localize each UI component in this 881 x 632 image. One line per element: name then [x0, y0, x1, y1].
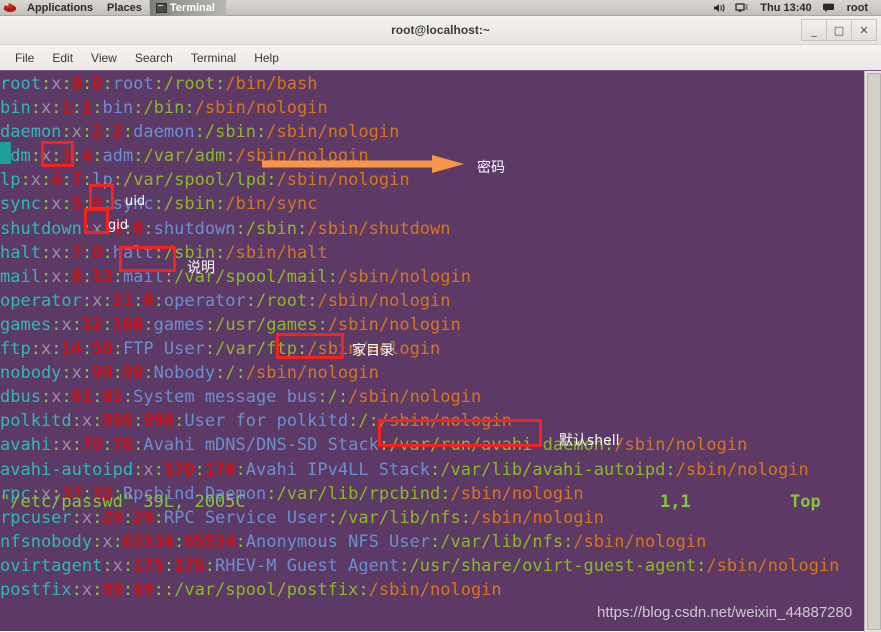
terminal-icon: [155, 2, 167, 13]
user-status-icon[interactable]: [819, 2, 840, 14]
panel-username[interactable]: root: [840, 0, 875, 16]
menu-view[interactable]: View: [82, 49, 126, 67]
passwd-entry-line: shutdown:x:6:0:shutdown:/sbin:/sbin/shut…: [0, 218, 451, 239]
passwd-entry-line: bin:x:1:1:bin:/bin:/sbin/nologin: [0, 98, 328, 119]
passwd-entry-line: dbus:x:81:81:System message bus:/:/sbin/…: [0, 387, 482, 408]
terminal-body[interactable]: root:x:0:0:root:/root:/bin/bash bin:x:1:1…: [0, 70, 881, 632]
terminal-screen[interactable]: root:x:0:0:root:/root:/bin/bash bin:x:1:1…: [0, 71, 864, 632]
window-title-bar[interactable]: root@localhost:~ _ □ ✕: [0, 16, 881, 45]
passwd-entry-line: nobody:x:99:99:Nobody:/:/sbin/nologin: [0, 363, 379, 384]
text-cursor: [0, 142, 11, 164]
panel-clock[interactable]: Thu 13:40: [753, 0, 818, 16]
taskbar-item-terminal[interactable]: Terminal: [148, 0, 226, 16]
panel-right-group: Thu 13:40 root: [709, 0, 881, 16]
network-icon[interactable]: [731, 2, 753, 14]
status-cursor-position: 1,1: [660, 491, 691, 512]
passwd-entry-line: avahi-autoipd:x:170:170:Avahi IPv4LL Sta…: [0, 459, 809, 480]
volume-icon[interactable]: [709, 2, 731, 14]
passwd-entry-line: operator:x:11:0:operator:/root:/sbin/nol…: [0, 290, 451, 311]
passwd-entry-line: games:x:12:100:games:/usr/games:/sbin/no…: [0, 314, 461, 335]
status-scroll-indicator: Top: [790, 491, 821, 512]
passwd-entry-line: ftp:x:14:50:FTP User:/var/ftp:/sbin/nolo…: [0, 339, 441, 360]
taskbar-item-terminal-label: Terminal: [169, 1, 215, 14]
passwd-entry-line: daemon:x:2:2:daemon:/sbin:/sbin/nologin: [0, 122, 400, 143]
menu-terminal[interactable]: Terminal: [182, 49, 245, 67]
gid-annotation-label: gid: [108, 218, 129, 233]
comment-annotation-label: 说明: [187, 260, 215, 276]
panel-left-group: Applications Places Terminal: [0, 0, 226, 16]
password-annotation-label: 密码: [477, 160, 505, 176]
redhat-logo-icon: [0, 0, 20, 16]
window-controls: _ □ ✕: [801, 19, 877, 41]
close-button[interactable]: ✕: [851, 19, 877, 41]
status-file-info: "/etc/passwd" 39L, 2005C: [0, 491, 246, 512]
terminal-scrollbar-thumb[interactable]: [867, 73, 881, 630]
passwd-entry-line: root:x:0:0:root:/root:/bin/bash: [0, 74, 318, 94]
vim-status-line: "/etc/passwd" 39L, 2005C 1,1 Top: [0, 490, 864, 610]
window-title: root@localhost:~: [391, 23, 490, 37]
password-annotation-arrow: [262, 155, 464, 173]
passwd-entry-line: halt:x:7:0:halt:/sbin:/sbin/halt: [0, 242, 328, 263]
menu-file[interactable]: File: [6, 49, 43, 67]
menu-search[interactable]: Search: [126, 49, 182, 67]
passwd-entry-line: polkitd:x:999:998:User for polkitd:/:/sb…: [0, 411, 512, 432]
maximize-button[interactable]: □: [826, 19, 852, 41]
terminal-window: root@localhost:~ _ □ ✕ File Edit View Se…: [0, 16, 881, 632]
places-menu[interactable]: Places: [100, 0, 149, 16]
terminal-scrollbar[interactable]: [864, 71, 881, 632]
home-annotation-label: 家目录: [352, 343, 394, 359]
minimize-button[interactable]: _: [801, 19, 827, 41]
menu-help[interactable]: Help: [245, 49, 288, 67]
applications-menu[interactable]: Applications: [20, 0, 100, 16]
watermark: https://blog.csdn.net/weixin_44887280: [597, 604, 853, 621]
menu-bar: File Edit View Search Terminal Help: [0, 45, 881, 71]
menu-edit[interactable]: Edit: [43, 49, 82, 67]
uid-annotation-label: uid: [125, 194, 146, 209]
shell-annotation-label: 默认shell: [559, 433, 620, 449]
passwd-entry-line: avahi:x:70:70:Avahi mDNS/DNS-SD Stack:/v…: [0, 435, 748, 456]
passwd-entry-line: mail:x:8:12:mail:/var/spool/mail:/sbin/n…: [0, 266, 471, 287]
desktop-top-panel: Applications Places Terminal Thu 13:40 r…: [0, 0, 881, 16]
